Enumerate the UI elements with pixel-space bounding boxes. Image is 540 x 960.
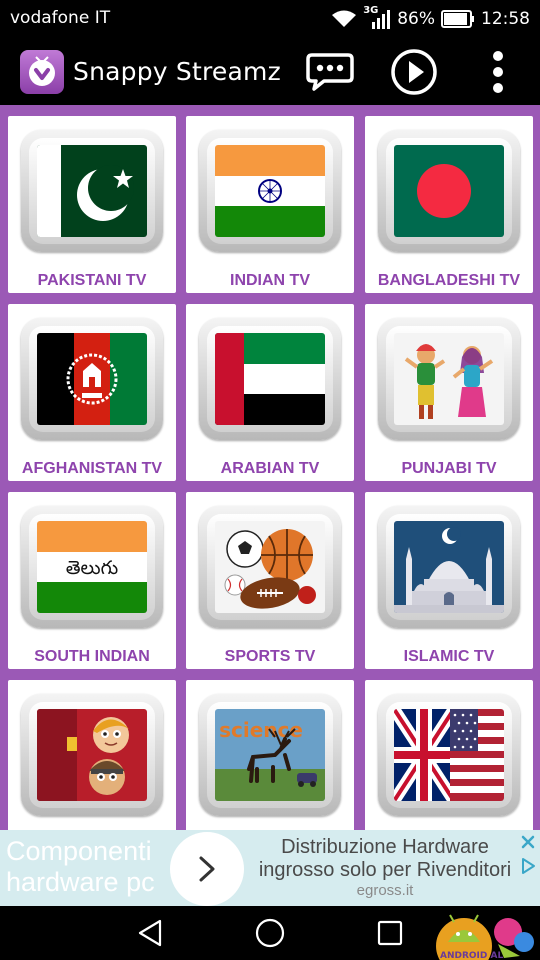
status-bar: vodafone IT 3G 86% 12:58	[0, 0, 540, 38]
channel-grid: PAKISTANI TV INDIAN TV BANGLADESHI TV AF…	[0, 105, 540, 830]
play-icon	[391, 49, 437, 95]
recents-icon	[377, 920, 403, 946]
channel-label: BANGLADESHI TV	[377, 272, 521, 289]
channel-tile-punjabi-tv[interactable]: PUNJABI TV	[365, 304, 533, 481]
battery-percent: 86%	[397, 9, 435, 29]
carrier-name: vodafone IT	[10, 8, 111, 28]
play-button[interactable]	[389, 48, 439, 96]
channel-label: ARABIAN TV	[220, 460, 320, 477]
channel-label: PAKISTANI TV	[37, 272, 147, 289]
science-deer-icon: science	[215, 709, 325, 801]
back-icon	[138, 919, 162, 947]
ad-body-line2: ingrosso solo per Rivenditori	[258, 859, 512, 881]
channel-tile-sports-tv[interactable]: SPORTS TV	[186, 492, 354, 669]
clock: 12:58	[481, 9, 530, 29]
channel-tile-afghanistan-tv[interactable]: AFGHANISTAN TV	[8, 304, 176, 481]
status-indicators: 3G 86% 12:58	[331, 5, 530, 32]
recents-button[interactable]	[368, 914, 412, 952]
channel-tile-pakistani-tv[interactable]: PAKISTANI TV	[8, 116, 176, 293]
ad-domain: egross.it	[356, 882, 414, 899]
app-logo	[20, 50, 64, 94]
chat-icon	[306, 53, 354, 91]
home-button[interactable]	[248, 914, 292, 952]
telugu-text: తెలుగు	[66, 557, 118, 579]
app-bar: Snappy Streamz	[0, 38, 540, 105]
mosque-icon	[394, 521, 504, 613]
android-watermark-logo: ANDROID AL	[428, 912, 536, 960]
chat-button[interactable]	[305, 48, 355, 96]
sports-balls-icon	[215, 521, 325, 613]
channel-tile-uk-us-tv[interactable]	[365, 680, 533, 830]
back-button[interactable]	[128, 914, 172, 952]
tv-logo-icon	[29, 56, 55, 86]
battery-icon	[441, 10, 475, 28]
bangladesh-flag-icon	[394, 145, 504, 237]
overflow-menu-button[interactable]	[473, 48, 523, 96]
channel-label: AFGHANISTAN TV	[21, 460, 163, 477]
ad-body-line1: Distribuzione Hardware	[281, 836, 489, 858]
ad-choices-button[interactable]	[518, 856, 538, 876]
close-icon	[521, 835, 535, 849]
channel-label: SPORTS TV	[224, 648, 316, 665]
channel-label: ISLAMIC TV	[403, 648, 495, 665]
ad-arrow-button[interactable]	[170, 832, 244, 906]
channel-tile-islamic-tv[interactable]: ISLAMIC TV	[365, 492, 533, 669]
cell-signal-icon: 3G	[363, 5, 391, 30]
ad-choices-icon	[522, 858, 535, 874]
pakistan-flag-icon	[37, 145, 147, 237]
uae-flag-icon	[215, 333, 325, 425]
channel-tile-indian-tv[interactable]: INDIAN TV	[186, 116, 354, 293]
ad-headline-line2: hardware pc	[6, 867, 155, 897]
channel-tile-kids-tv[interactable]	[8, 680, 176, 830]
channel-tile-arabian-tv[interactable]: ARABIAN TV	[186, 304, 354, 481]
app-title: Snappy Streamz	[73, 57, 281, 86]
ad-headline: Componenti hardware pc	[6, 836, 155, 898]
overflow-menu-icon	[493, 51, 503, 93]
channel-label: PUNJABI TV	[401, 460, 497, 477]
channel-label: SOUTH INDIAN	[34, 648, 150, 665]
watermark-text: ANDROID AL	[440, 951, 503, 960]
channel-tile-south-indian[interactable]: తెలుగు SOUTH INDIAN	[8, 492, 176, 669]
uk-us-flags-icon	[394, 709, 504, 801]
science-text: science	[219, 718, 303, 742]
channel-tile-bangladeshi-tv[interactable]: BANGLADESHI TV	[365, 116, 533, 293]
ad-headline-line1: Componenti	[6, 836, 152, 866]
ad-close-button[interactable]	[518, 832, 538, 852]
home-icon	[255, 918, 285, 948]
wifi-icon	[331, 9, 357, 29]
punjabi-dancers-icon	[394, 333, 504, 425]
ad-body: Distribuzione Hardware ingrosso solo per…	[254, 836, 516, 900]
channel-tile-science-tv[interactable]: science	[186, 680, 354, 830]
chevron-right-icon	[199, 856, 215, 882]
kids-cartoon-icon	[37, 709, 147, 801]
afghanistan-flag-icon	[37, 333, 147, 425]
channel-label: INDIAN TV	[230, 272, 310, 289]
ad-banner[interactable]: Componenti hardware pc Distribuzione Har…	[0, 830, 540, 906]
india-flag-icon	[215, 145, 325, 237]
telugu-flag-icon: తెలుగు	[37, 521, 147, 613]
